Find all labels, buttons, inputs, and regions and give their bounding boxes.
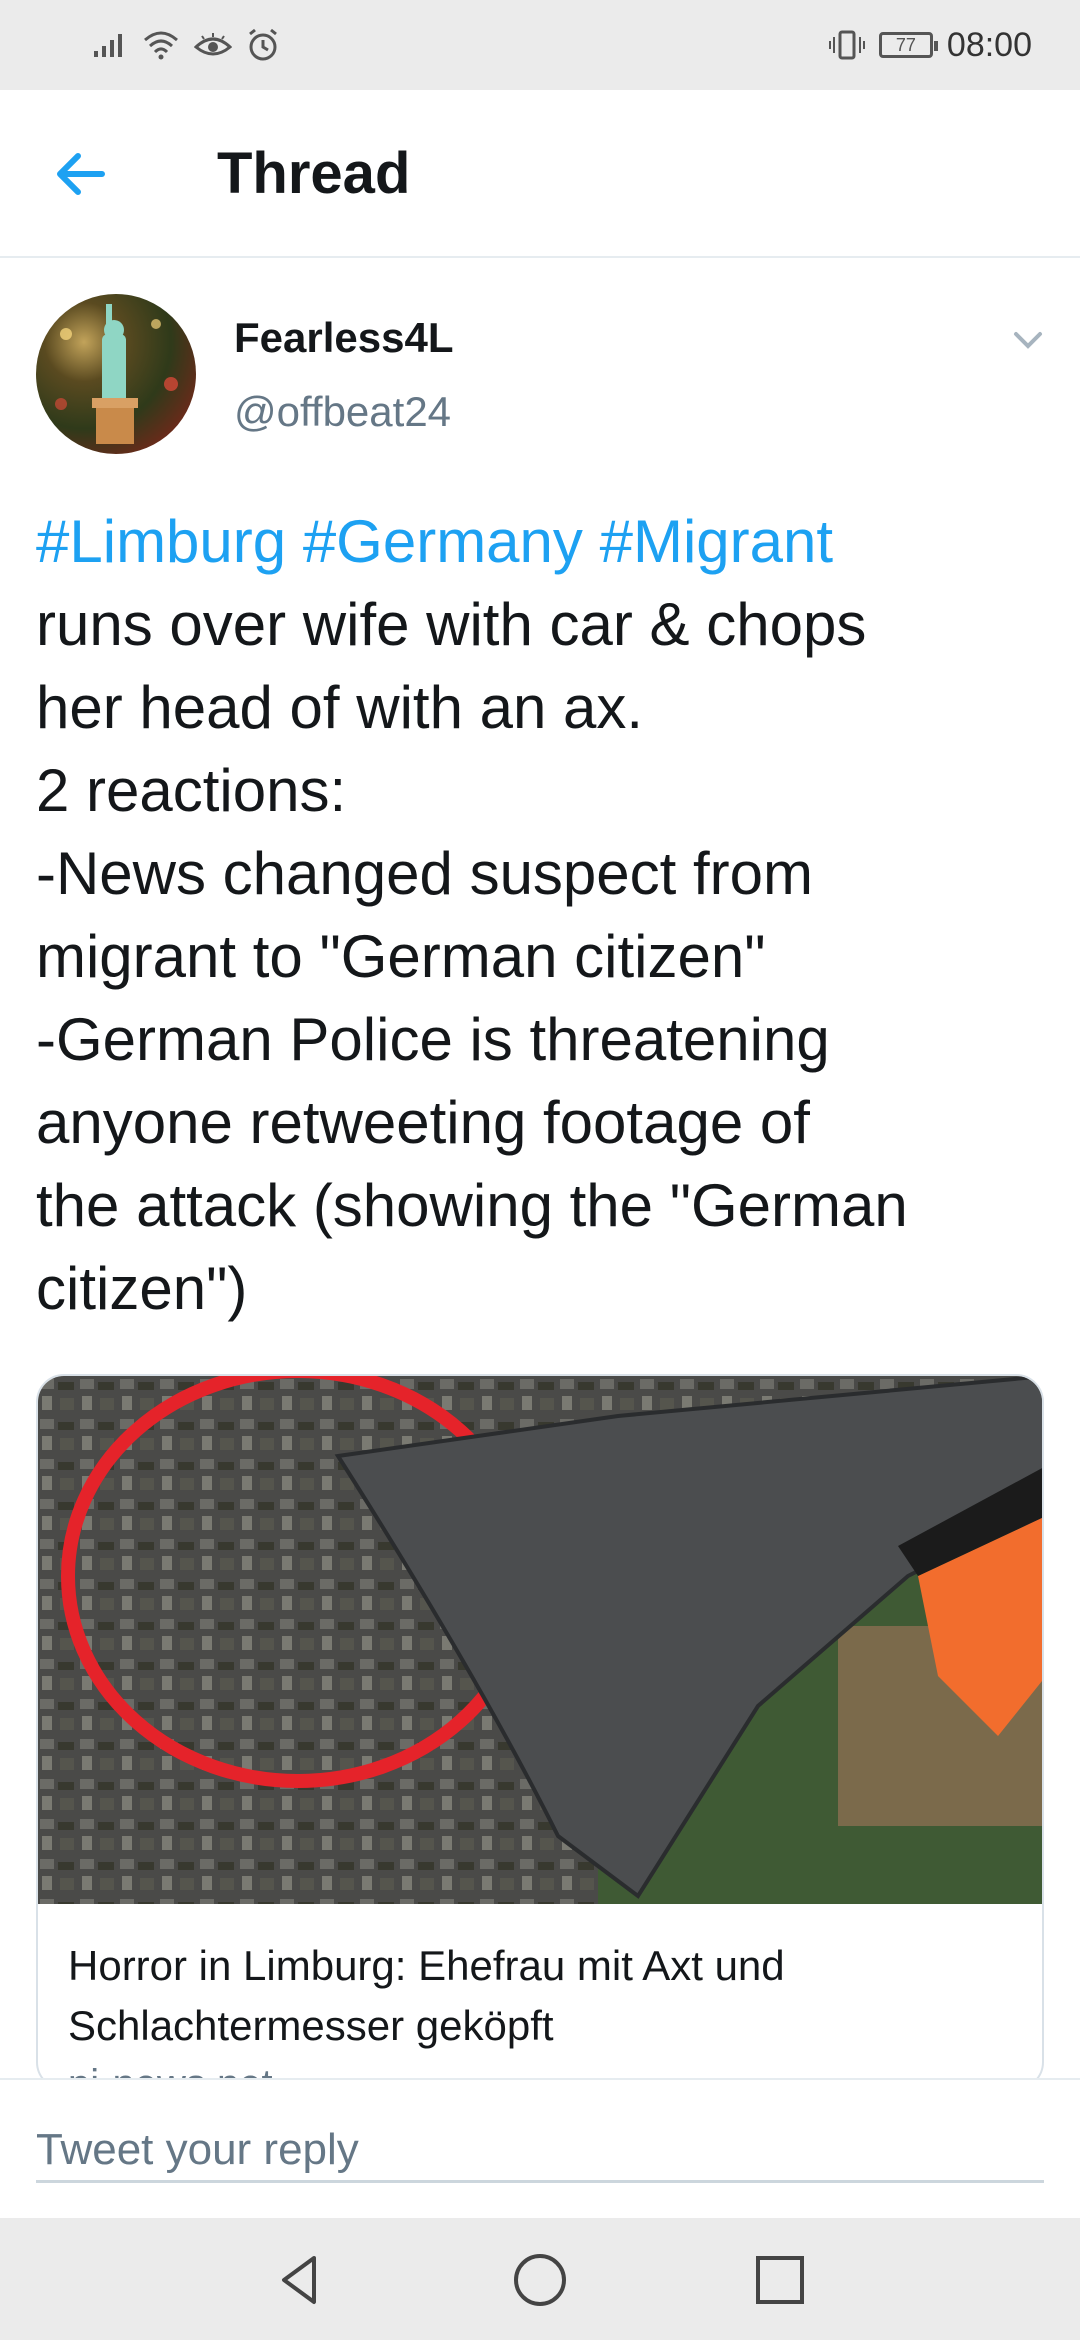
recents-square-icon[interactable]	[750, 2250, 810, 2310]
vibrate-icon	[828, 30, 865, 60]
link-card-text: Horror in Limburg: Ehefrau mit Axt und S…	[68, 1936, 1018, 2088]
page-title: Thread	[217, 141, 411, 206]
arrow-left-icon[interactable]	[50, 142, 114, 206]
reply-bar	[0, 2078, 1080, 2220]
system-nav-bar	[0, 2218, 1080, 2340]
battery-icon: 77	[878, 32, 938, 58]
tweet-body: runs over wife with car & chops her head…	[36, 591, 908, 1322]
signal-icon	[94, 34, 122, 57]
chevron-down-icon[interactable]	[1010, 322, 1046, 358]
status-right: 77 08:00	[828, 25, 1032, 65]
status-bar: 77 08:00	[0, 0, 1080, 90]
tweet-text: #Limburg #Germany #Migrant runs over wif…	[36, 500, 1046, 1330]
link-card-image	[38, 1376, 1042, 1904]
clock-time: 08:00	[946, 25, 1032, 64]
reply-input[interactable]	[36, 2120, 1044, 2183]
author-handle[interactable]: @offbeat24	[234, 388, 451, 436]
wifi-icon	[144, 31, 178, 60]
hashtag-migrant[interactable]: #Migrant	[600, 508, 833, 575]
avatar-statue-image	[55, 304, 178, 444]
thread-header: Thread	[0, 90, 1080, 258]
back-triangle-icon[interactable]	[270, 2250, 330, 2310]
avatar[interactable]	[36, 294, 196, 454]
status-left	[92, 28, 280, 62]
author-name[interactable]: Fearless4L	[234, 314, 453, 362]
alarm-icon	[249, 28, 277, 61]
link-card[interactable]: Horror in Limburg: Ehefrau mit Axt und S…	[36, 1374, 1044, 2090]
link-card-title: Horror in Limburg: Ehefrau mit Axt und S…	[68, 1942, 785, 2049]
home-circle-icon[interactable]	[510, 2250, 570, 2310]
hashtag-limburg[interactable]: #Limburg	[36, 508, 286, 575]
eye-icon	[194, 33, 232, 56]
hashtag-germany[interactable]: #Germany	[303, 508, 583, 575]
